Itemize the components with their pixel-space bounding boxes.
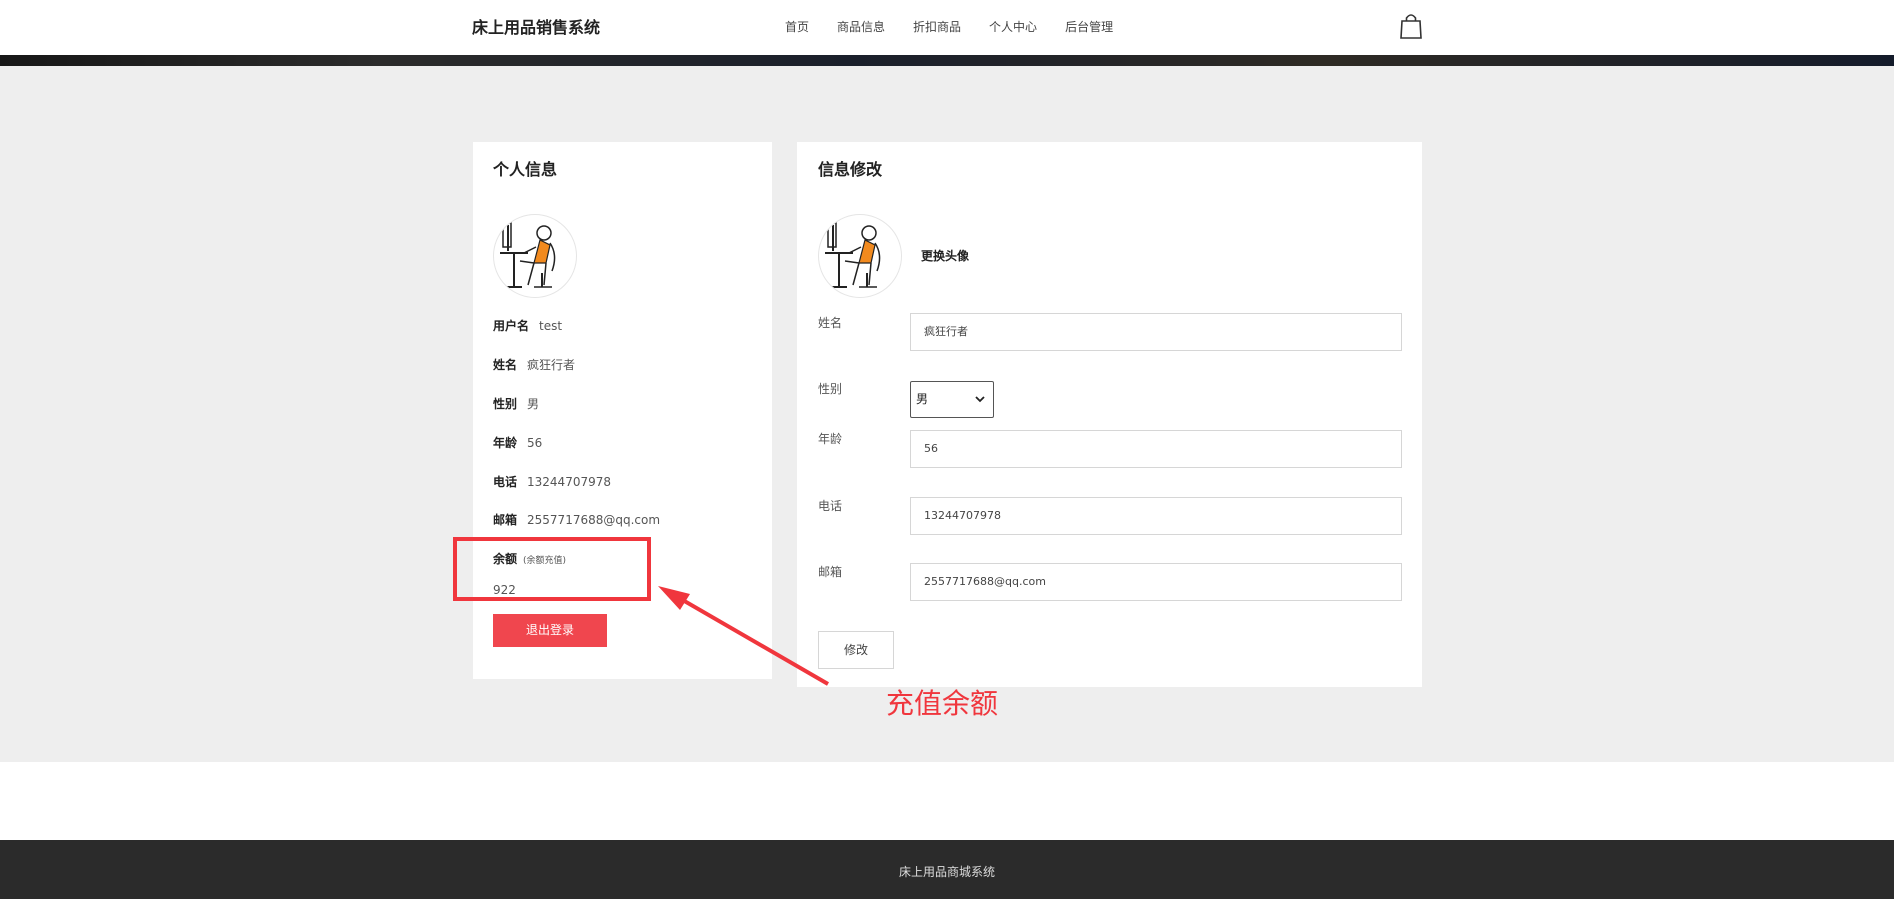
gender-value: 男 — [527, 397, 540, 411]
phone-field-label: 电话 — [818, 499, 843, 513]
gender-field-label: 性别 — [818, 382, 843, 396]
info-row-gender: 性别男 — [493, 395, 539, 412]
profile-avatar — [493, 214, 577, 298]
top-header: 床上用品销售系统 首页 商品信息 折扣商品 个人中心 后台管理 — [0, 0, 1894, 55]
email-value: 2557717688@qq.com — [527, 513, 661, 527]
phone-value: 13244707978 — [527, 475, 611, 489]
username-label: 用户名 — [493, 319, 530, 333]
modify-button[interactable]: 修改 — [818, 631, 894, 669]
email-input[interactable]: 2557717688@qq.com — [910, 563, 1402, 601]
logout-button[interactable]: 退出登录 — [493, 614, 607, 647]
header-banner-strip — [0, 55, 1894, 66]
name-value: 疯狂行者 — [527, 358, 576, 372]
email-field-label: 邮箱 — [818, 565, 843, 579]
nav-item-profile[interactable]: 个人中心 — [989, 18, 1037, 35]
edit-card: 信息修改 更换头像 姓名 疯狂行者 性别 男 年龄 56 电话 13244707… — [797, 142, 1422, 687]
info-row-age: 年龄 56 — [493, 434, 542, 451]
edit-title: 信息修改 — [818, 160, 883, 179]
profile-title: 个人信息 — [493, 160, 558, 179]
info-row-phone: 电话 13244707978 — [493, 473, 611, 490]
edit-avatar[interactable] — [818, 214, 902, 298]
page-footer: 床上用品商城系统 — [0, 840, 1894, 899]
nav-item-discount[interactable]: 折扣商品 — [913, 18, 961, 35]
change-avatar-link[interactable]: 更换头像 — [921, 247, 969, 264]
nav-item-home[interactable]: 首页 — [785, 18, 809, 35]
name-field-label: 姓名 — [818, 316, 843, 330]
age-input[interactable]: 56 — [910, 430, 1402, 468]
balance-highlight-box — [453, 537, 651, 601]
phone-input[interactable]: 13244707978 — [910, 497, 1402, 535]
gender-label: 性别 — [493, 397, 518, 411]
info-row-email: 邮箱 2557717688@qq.com — [493, 511, 660, 528]
main-nav: 首页 商品信息 折扣商品 个人中心 后台管理 — [785, 18, 1141, 35]
annotation-label: 充值余额 — [886, 687, 999, 720]
age-label: 年龄 — [493, 436, 518, 450]
site-brand[interactable]: 床上用品销售系统 — [472, 14, 600, 38]
nav-item-products[interactable]: 商品信息 — [837, 18, 885, 35]
email-label: 邮箱 — [493, 513, 518, 527]
footer-text: 床上用品商城系统 — [898, 865, 995, 879]
shopping-bag-icon[interactable] — [1400, 13, 1422, 39]
age-value: 56 — [527, 436, 543, 450]
gender-select-value: 男 — [916, 392, 929, 406]
name-input[interactable]: 疯狂行者 — [910, 313, 1402, 351]
username-value: test — [539, 319, 563, 333]
info-row-username: 用户名 test — [493, 317, 562, 334]
gender-select[interactable]: 男 — [910, 381, 994, 418]
name-label: 姓名 — [493, 358, 518, 372]
info-row-name: 姓名 疯狂行者 — [493, 356, 575, 373]
chevron-down-icon — [975, 396, 985, 403]
nav-item-admin[interactable]: 后台管理 — [1065, 18, 1113, 35]
phone-label: 电话 — [493, 475, 518, 489]
age-field-label: 年龄 — [818, 432, 843, 446]
